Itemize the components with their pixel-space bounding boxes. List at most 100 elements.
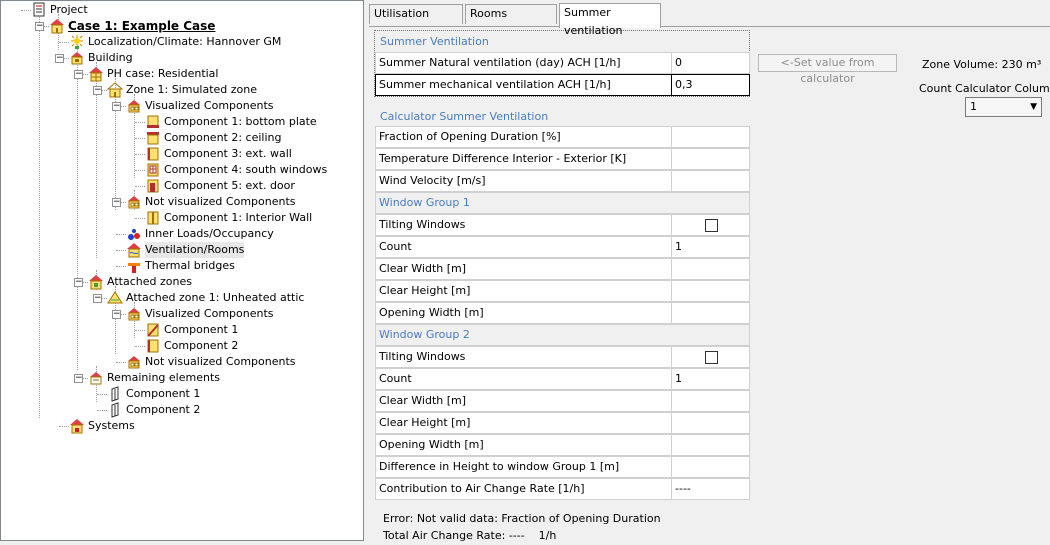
project-icon [31,2,47,18]
summer-mechanical-row: Summer mechanical ventilation ACH [1/h] … [375,74,750,96]
g1-opening-width-input[interactable] [671,302,750,324]
total-air-change-rate: Total Air Change Rate: ---- 1/h [383,529,557,542]
tree-node-label: PH case: Residential [107,67,219,80]
window-icon [145,162,161,178]
collapse-icon[interactable]: − [55,54,64,63]
summer-natural-label: Summer Natural ventilation (day) ACH [1/… [375,52,671,74]
collapse-icon[interactable]: − [93,294,102,303]
tree-node-label: Component 1 [126,387,201,400]
tree-node-label: Component 4: south windows [164,163,328,176]
contribution-row: Contribution to Air Change Rate [1/h] --… [375,478,750,500]
tab-summer-ventilation[interactable]: Summer ventilation [559,3,661,37]
tree-node-label: Component 3: ext. wall [164,147,292,160]
ceiling-icon [145,130,161,146]
g2-opening-width-row: Opening Width [m] [375,434,750,456]
tab-rooms-ventilation[interactable]: Rooms ventilation [465,4,557,38]
collapse-icon[interactable]: − [74,374,83,383]
count-calculator-columns-select[interactable]: 1 ▼ [965,97,1042,117]
zone-icon [107,82,123,98]
g2-clear-width-input[interactable] [671,390,750,412]
tree-node-label: Localization/Climate: Hannover GM [88,35,282,48]
collapse-icon[interactable]: − [35,22,44,31]
tree-node-label: Case 1: Example Case [68,19,216,33]
tree-node-label: Ventilation/Rooms [145,242,245,258]
tree-node-label: Component 2 [126,403,201,416]
g2-clear-width-label: Clear Width [m] [375,390,671,412]
components-icon [126,98,142,114]
tree-node-label: Visualized Components [145,307,274,320]
wall-icon [145,338,161,354]
g2-count-row: Count 1 [375,368,750,390]
summer-natural-input[interactable]: 0 [671,52,750,74]
chevron-down-icon: ▼ [1030,102,1037,112]
door-icon [145,178,161,194]
tree-node-label: Building [88,51,133,64]
tree-node-label: Attached zones [107,275,192,288]
g2-tilting-checkbox[interactable] [705,351,718,364]
panel-icon [107,386,123,402]
g2-opening-width-input[interactable] [671,434,750,456]
collapse-icon[interactable]: − [74,278,83,287]
g2-clear-height-label: Clear Height [m] [375,412,671,434]
components-icon [126,194,142,210]
set-value-from-calculator-button[interactable]: <-Set value from calculator [758,54,897,85]
tree-node-label: Attached zone 1: Unheated attic [126,291,305,304]
collapse-icon[interactable]: − [93,86,102,95]
project-tree-panel: Project − Case 1: Example Case Localization… [0,0,364,541]
g1-count-row: Count 1 [375,236,750,258]
ventilation-icon [126,242,142,258]
g1-clear-width-label: Clear Width [m] [375,258,671,280]
attached-zones-icon [88,274,104,290]
tree-node-label: Visualized Components [145,99,274,112]
g2-height-diff-label: Difference in Height to window Group 1 [… [375,456,671,478]
tree-node-label: Zone 1: Simulated zone [126,83,258,96]
collapse-icon[interactable]: − [112,310,121,319]
thermal-bridge-icon [126,258,142,274]
wind-input[interactable] [671,170,750,192]
g1-clear-width-input[interactable] [671,258,750,280]
summer-mechanical-label: Summer mechanical ventilation ACH [1/h] [375,74,671,96]
g2-height-diff-input[interactable] [671,456,750,478]
g1-tilting-label: Tilting Windows [375,214,671,236]
window-group-1-title: Window Group 1 [375,192,750,214]
summer-natural-row: Summer Natural ventilation (day) ACH [1/… [375,52,750,74]
tree-node-label: Project [50,3,88,16]
collapse-icon[interactable]: − [74,70,83,79]
g2-height-diff-row: Difference in Height to window Group 1 [… [375,456,750,478]
bottom-plate-icon [145,114,161,130]
roof-component-icon [145,322,161,338]
panel-icon [107,402,123,418]
systems-icon [69,418,85,434]
count-calculator-columns-label: Count Calculator Columns [919,82,1050,95]
g1-count-input[interactable]: 1 [671,236,750,258]
fraction-input[interactable] [671,126,750,148]
contribution-value: ---- [671,478,750,500]
ph-house-icon [88,66,104,82]
g1-tilting-row: Tilting Windows [375,214,750,236]
tree-node-label: Not visualized Components [145,195,296,208]
contribution-label: Contribution to Air Change Rate [1/h] [375,478,671,500]
collapse-icon[interactable]: − [112,102,121,111]
attic-icon [107,290,123,306]
tree-node-label: Inner Loads/Occupancy [145,227,274,240]
tree-node-label: Remaining elements [107,371,220,384]
wall-icon [145,146,161,162]
g1-clear-width-row: Clear Width [m] [375,258,750,280]
tree-node-label: Thermal bridges [145,259,235,272]
g1-clear-height-input[interactable] [671,280,750,302]
g2-tilting-cell [671,346,750,368]
g1-tilting-checkbox[interactable] [705,219,718,232]
window-group-1-header: Window Group 1 [375,192,750,214]
collapse-icon[interactable]: − [112,198,121,207]
fraction-label: Fraction of Opening Duration [%] [375,126,671,148]
tab-utilisation-pattern[interactable]: Utilisation Pattern [369,4,463,38]
loads-icon [126,226,142,242]
temp-diff-input[interactable] [671,148,750,170]
g2-count-input[interactable]: 1 [671,368,750,390]
g2-clear-height-input[interactable] [671,412,750,434]
g1-opening-width-row: Opening Width [m] [375,302,750,324]
project-tree: Project − Case 1: Example Case Localization… [1,1,363,540]
sun-icon [69,34,85,50]
summer-mechanical-input[interactable]: 0,3 [671,74,750,96]
g2-count-label: Count [375,368,671,390]
